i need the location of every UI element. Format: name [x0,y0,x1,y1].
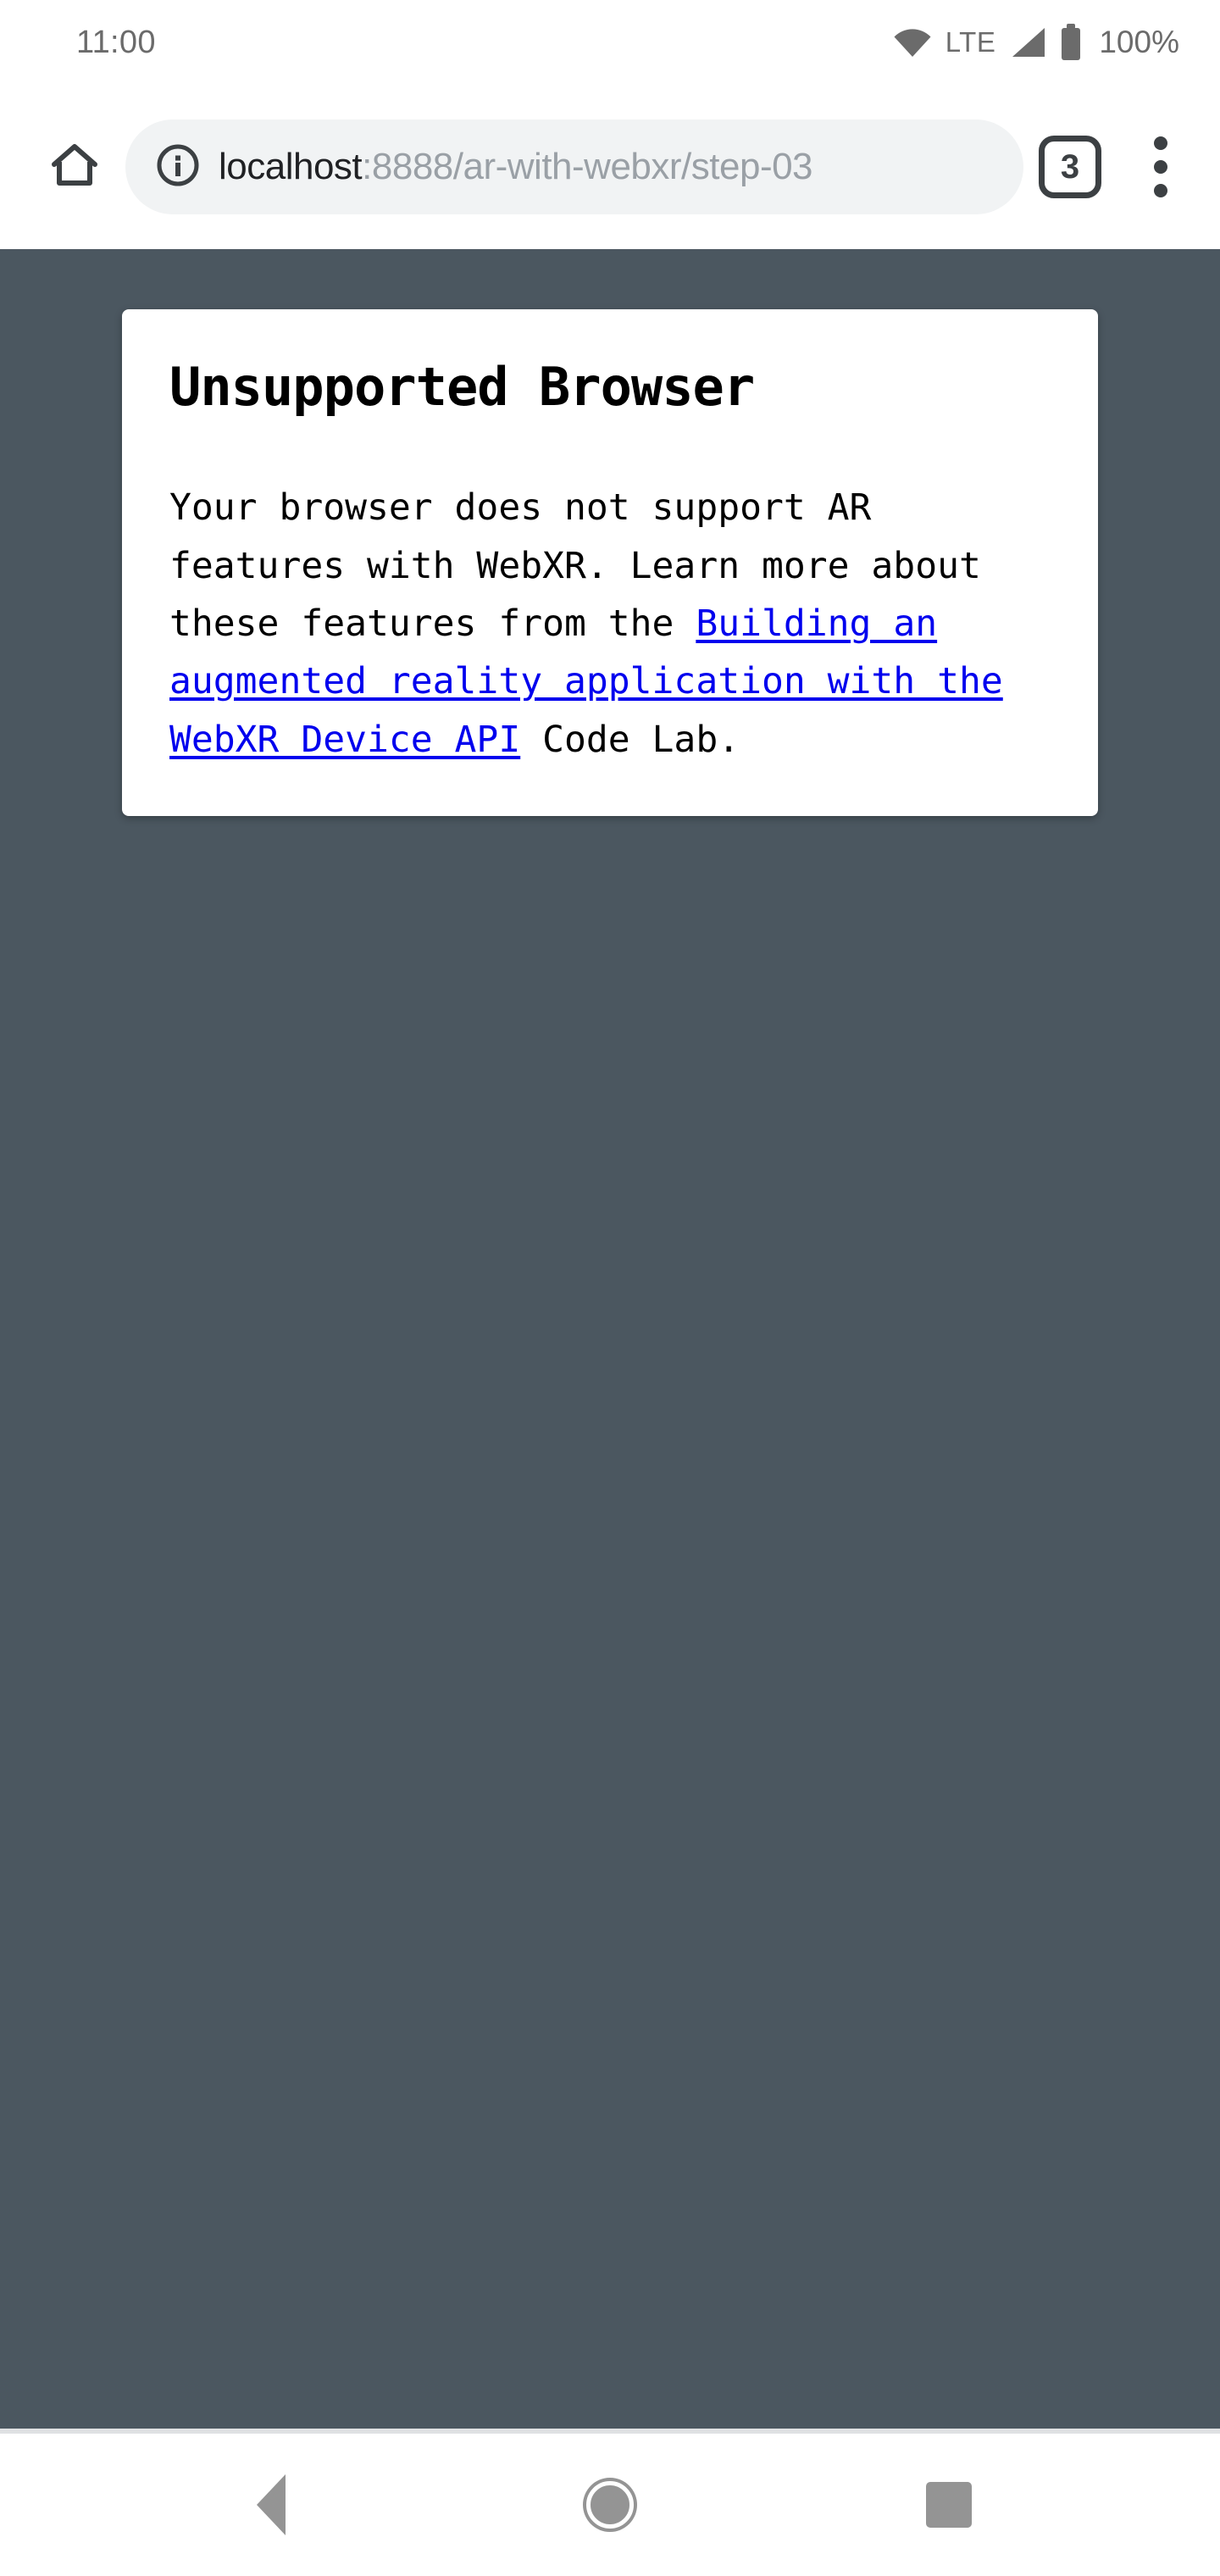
network-type-label: LTE [945,26,996,58]
nav-recents-button[interactable] [890,2446,1008,2564]
body-text-after-link: Code Lab. [520,718,740,761]
unsupported-browser-card: Unsupported Browser Your browser does no… [122,309,1098,816]
android-navigation-bar [0,2434,1220,2576]
url-path: :8888/ar-with-webxr/step-03 [362,146,813,187]
tab-count-label: 3 [1060,148,1080,186]
square-recents-icon [926,2482,972,2528]
url-text: localhost:8888/ar-with-webxr/step-03 [219,146,812,188]
android-device-screen: 11:00 LTE 100% localhost:8888/ar-with-we… [0,0,1220,2576]
browser-menu-button[interactable] [1127,126,1195,208]
page-title: Unsupported Browser [169,356,755,418]
home-icon [49,141,100,194]
url-host: localhost [219,146,363,187]
info-circle-icon [156,143,200,192]
site-info-button[interactable] [156,143,200,192]
signal-bars-icon [1009,26,1046,58]
url-bar[interactable]: localhost:8888/ar-with-webxr/step-03 [125,119,1023,214]
status-bar-indicators: LTE 100% [893,24,1179,61]
status-bar: 11:00 LTE 100% [0,0,1220,85]
battery-full-icon [1060,24,1082,61]
battery-percent-label: 100% [1099,25,1179,59]
circle-home-icon [586,2481,634,2529]
three-dot-menu-icon [1154,136,1167,150]
three-dot-menu-icon [1154,184,1167,197]
status-bar-clock: 11:00 [76,24,156,60]
browser-toolbar: localhost:8888/ar-with-webxr/step-03 3 [0,85,1220,249]
home-button[interactable] [34,126,115,208]
nav-home-button[interactable] [551,2446,669,2564]
three-dot-menu-icon [1154,160,1167,174]
web-page-viewport: Unsupported Browser Your browser does no… [0,249,1220,2434]
tab-switcher-button[interactable]: 3 [1039,136,1101,198]
card-body-text: Your browser does not support AR feature… [169,479,1051,769]
nav-back-button[interactable] [212,2446,330,2564]
wifi-icon [893,27,932,58]
triangle-back-icon [257,2474,286,2535]
